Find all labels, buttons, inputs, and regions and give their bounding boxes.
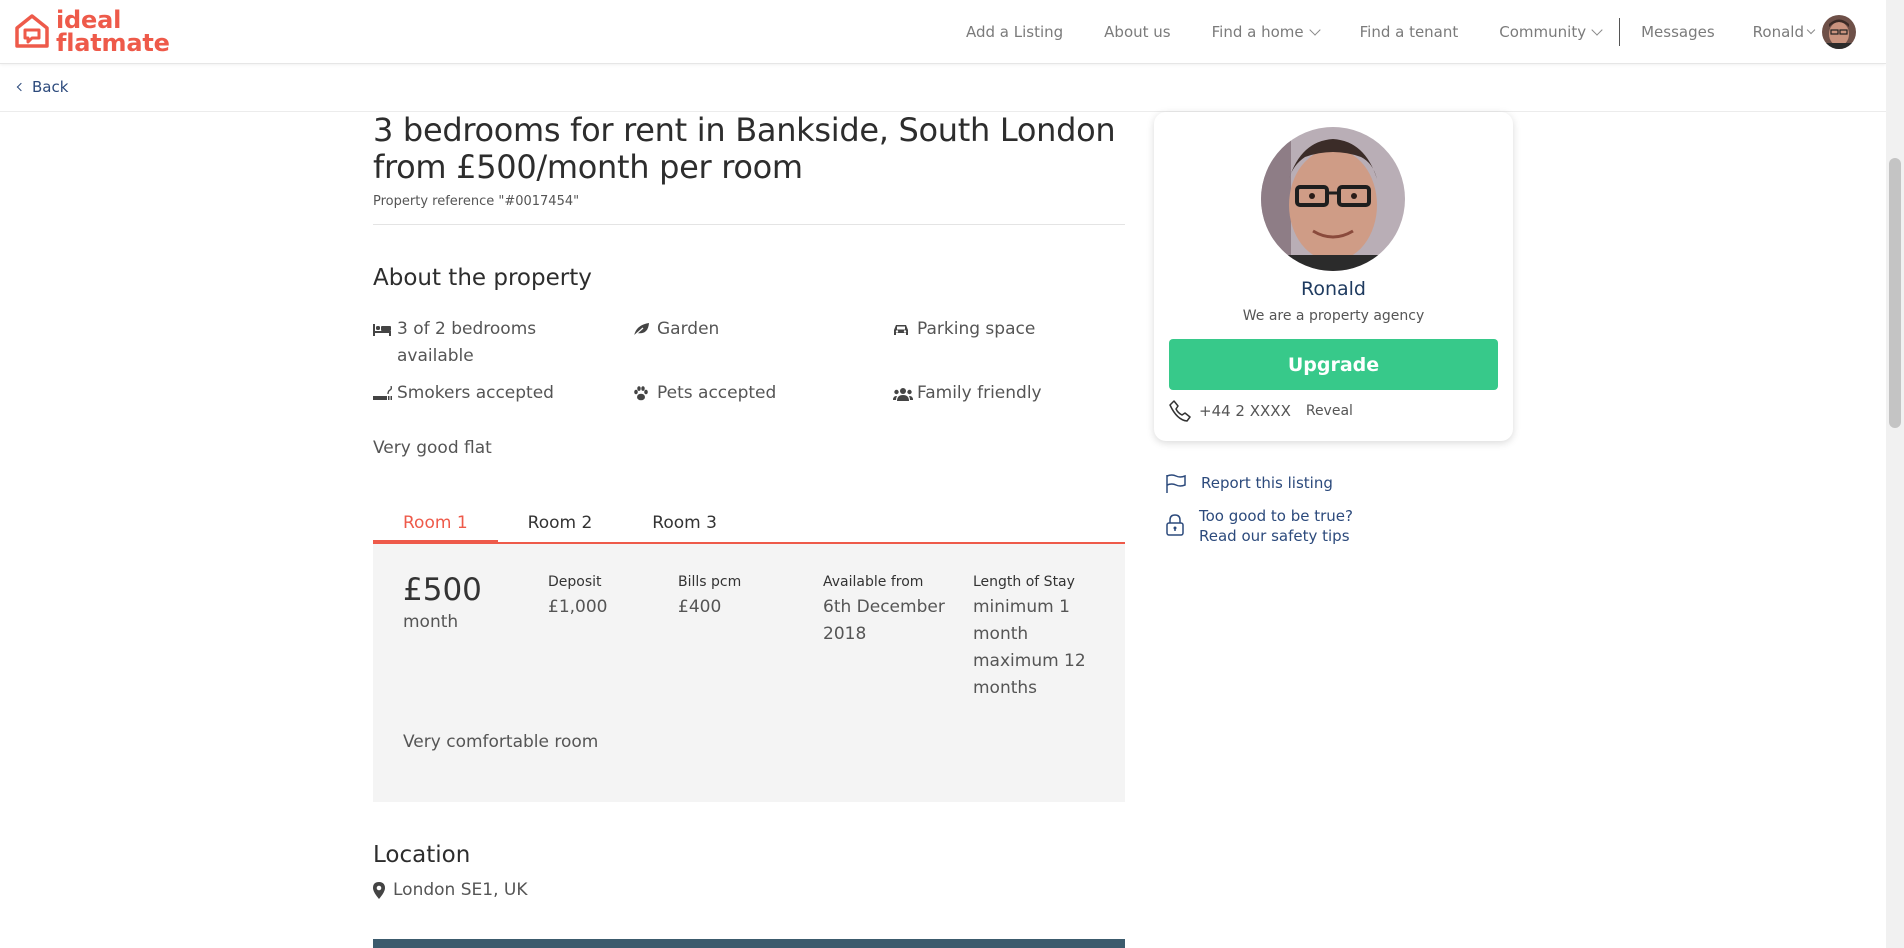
tab-room-3[interactable]: Room 3 xyxy=(622,510,747,544)
back-label: Back xyxy=(32,78,69,96)
nav-community[interactable]: Community xyxy=(1499,23,1603,41)
main-nav: Add a Listing About us Find a home Find … xyxy=(966,0,1856,64)
landlord-avatar xyxy=(1261,127,1405,271)
nav-divider xyxy=(1619,18,1621,46)
about-heading: About the property xyxy=(373,265,592,291)
safety-tips-line-2: Read our safety tips xyxy=(1199,527,1350,545)
users-icon xyxy=(893,380,913,407)
nav-add-listing[interactable]: Add a Listing xyxy=(966,23,1063,41)
bed-icon xyxy=(373,316,393,343)
logo-house-icon xyxy=(15,14,49,48)
divider xyxy=(373,224,1125,225)
room-tabs: Room 1 Room 2 Room 3 xyxy=(373,510,1125,544)
room-price: £500 month xyxy=(403,574,548,702)
feature-smokers-label: Smokers accepted xyxy=(397,383,554,403)
feature-bedrooms: 3 of 2 bedrooms available xyxy=(373,316,633,370)
phone-icon xyxy=(1169,400,1191,422)
side-links: Report this listing Too good to be true?… xyxy=(1165,474,1353,546)
room-bills-value: £400 xyxy=(678,597,722,617)
map-pin-icon xyxy=(373,881,385,899)
room-available-label: Available from xyxy=(823,574,924,590)
top-navbar: ideal flatmate Add a Listing About us Fi… xyxy=(0,0,1886,64)
room-stay-label: Length of Stay xyxy=(973,574,1075,590)
feature-bedrooms-label: 3 of 2 bedrooms available xyxy=(397,319,537,366)
phone-row: +44 2 XXXX Reveal xyxy=(1169,400,1353,422)
room-available-value: 6th December 2018 xyxy=(823,597,945,644)
nav-find-tenant[interactable]: Find a tenant xyxy=(1360,23,1459,41)
room-deposit: Deposit £1,000 xyxy=(548,574,678,702)
feature-pets-label: Pets accepted xyxy=(657,383,777,403)
landlord-subtitle: We are a property agency xyxy=(1242,308,1425,324)
landlord-card: Ronald We are a property agency Upgrade … xyxy=(1154,112,1513,441)
user-menu[interactable]: Ronald xyxy=(1753,15,1856,49)
feature-pets: Pets accepted xyxy=(633,380,893,407)
report-listing-label: Report this listing xyxy=(1201,474,1333,492)
chevron-down-icon xyxy=(1806,25,1816,35)
lock-icon xyxy=(1166,514,1184,536)
logo-text: ideal flatmate xyxy=(56,8,170,57)
page-title-line-2: from £500/month per room xyxy=(373,148,803,186)
location-heading: Location xyxy=(373,842,471,868)
scrollbar[interactable] xyxy=(1886,0,1904,948)
car-icon xyxy=(893,316,913,343)
feature-parking-label: Parking space xyxy=(917,319,1036,339)
room-available: Available from 6th December 2018 xyxy=(823,574,973,702)
reveal-phone-button[interactable]: Reveal xyxy=(1306,403,1353,419)
logo-line-2: flatmate xyxy=(56,29,170,57)
chevron-down-icon xyxy=(1308,24,1321,36)
safety-tips-line-1: Too good to be true? xyxy=(1199,507,1353,525)
nav-messages[interactable]: Messages xyxy=(1641,23,1715,41)
room-bills: Bills pcm £400 xyxy=(678,574,823,702)
property-description: Very good flat xyxy=(373,438,492,458)
safety-tips-link[interactable]: Too good to be true? Read our safety tip… xyxy=(1165,506,1353,546)
smoking-icon xyxy=(373,380,393,407)
flag-icon xyxy=(1166,474,1186,493)
chevron-left-icon xyxy=(16,82,26,92)
upgrade-button[interactable]: Upgrade xyxy=(1169,339,1498,390)
feature-garden-label: Garden xyxy=(657,319,720,339)
room-details-panel: £500 month Deposit £1,000 Bills pcm £400… xyxy=(373,544,1125,802)
chevron-down-icon xyxy=(1591,24,1603,36)
feature-family-label: Family friendly xyxy=(917,383,1042,403)
leaf-icon xyxy=(633,316,653,343)
property-reference: Property reference "#0017454" xyxy=(373,194,580,209)
tab-room-2[interactable]: Room 2 xyxy=(498,510,623,544)
room-price-unit: month xyxy=(403,612,459,632)
report-listing-link[interactable]: Report this listing xyxy=(1165,474,1353,494)
safety-tips-label: Too good to be true? Read our safety tip… xyxy=(1199,506,1353,546)
room-stay-value: minimum 1 month maximum 12 months xyxy=(973,597,1086,698)
nav-community-label: Community xyxy=(1499,23,1587,41)
room-description: Very comfortable room xyxy=(403,732,599,752)
room-stay: Length of Stay minimum 1 month maximum 1… xyxy=(973,574,1093,702)
nav-find-home-label: Find a home xyxy=(1211,23,1304,41)
nav-find-home[interactable]: Find a home xyxy=(1211,23,1321,41)
feature-parking: Parking space xyxy=(893,316,1125,370)
nav-about-us[interactable]: About us xyxy=(1104,23,1170,41)
page-title-line-1: 3 bedrooms for rent in Bankside, South L… xyxy=(373,111,1116,149)
avatar xyxy=(1822,15,1856,49)
room-price-value: £500 xyxy=(403,572,482,608)
paw-icon xyxy=(633,380,653,407)
feature-garden: Garden xyxy=(633,316,893,370)
listing-main: 3 bedrooms for rent in Bankside, South L… xyxy=(373,112,1125,900)
sub-navbar: Back xyxy=(0,64,1886,112)
room-bills-label: Bills pcm xyxy=(678,574,742,590)
back-link[interactable]: Back xyxy=(16,78,69,96)
page-title: 3 bedrooms for rent in Bankside, South L… xyxy=(373,112,1125,186)
landlord-name: Ronald xyxy=(1301,278,1366,300)
feature-family: Family friendly xyxy=(893,380,1125,407)
room-deposit-label: Deposit xyxy=(548,574,602,590)
scrollbar-thumb[interactable] xyxy=(1889,158,1901,428)
tab-room-1[interactable]: Room 1 xyxy=(373,510,498,544)
phone-number: +44 2 XXXX xyxy=(1199,402,1291,420)
user-menu-name: Ronald xyxy=(1752,23,1804,41)
room-deposit-value: £1,000 xyxy=(548,597,608,617)
logo[interactable]: ideal flatmate xyxy=(14,8,170,57)
feature-smokers: Smokers accepted xyxy=(373,380,633,407)
location-address-label: London SE1, UK xyxy=(393,880,528,900)
location-address: London SE1, UK xyxy=(373,880,1125,900)
features-grid: 3 of 2 bedrooms available Garden Parking… xyxy=(373,316,1125,407)
location-map[interactable] xyxy=(373,939,1125,948)
